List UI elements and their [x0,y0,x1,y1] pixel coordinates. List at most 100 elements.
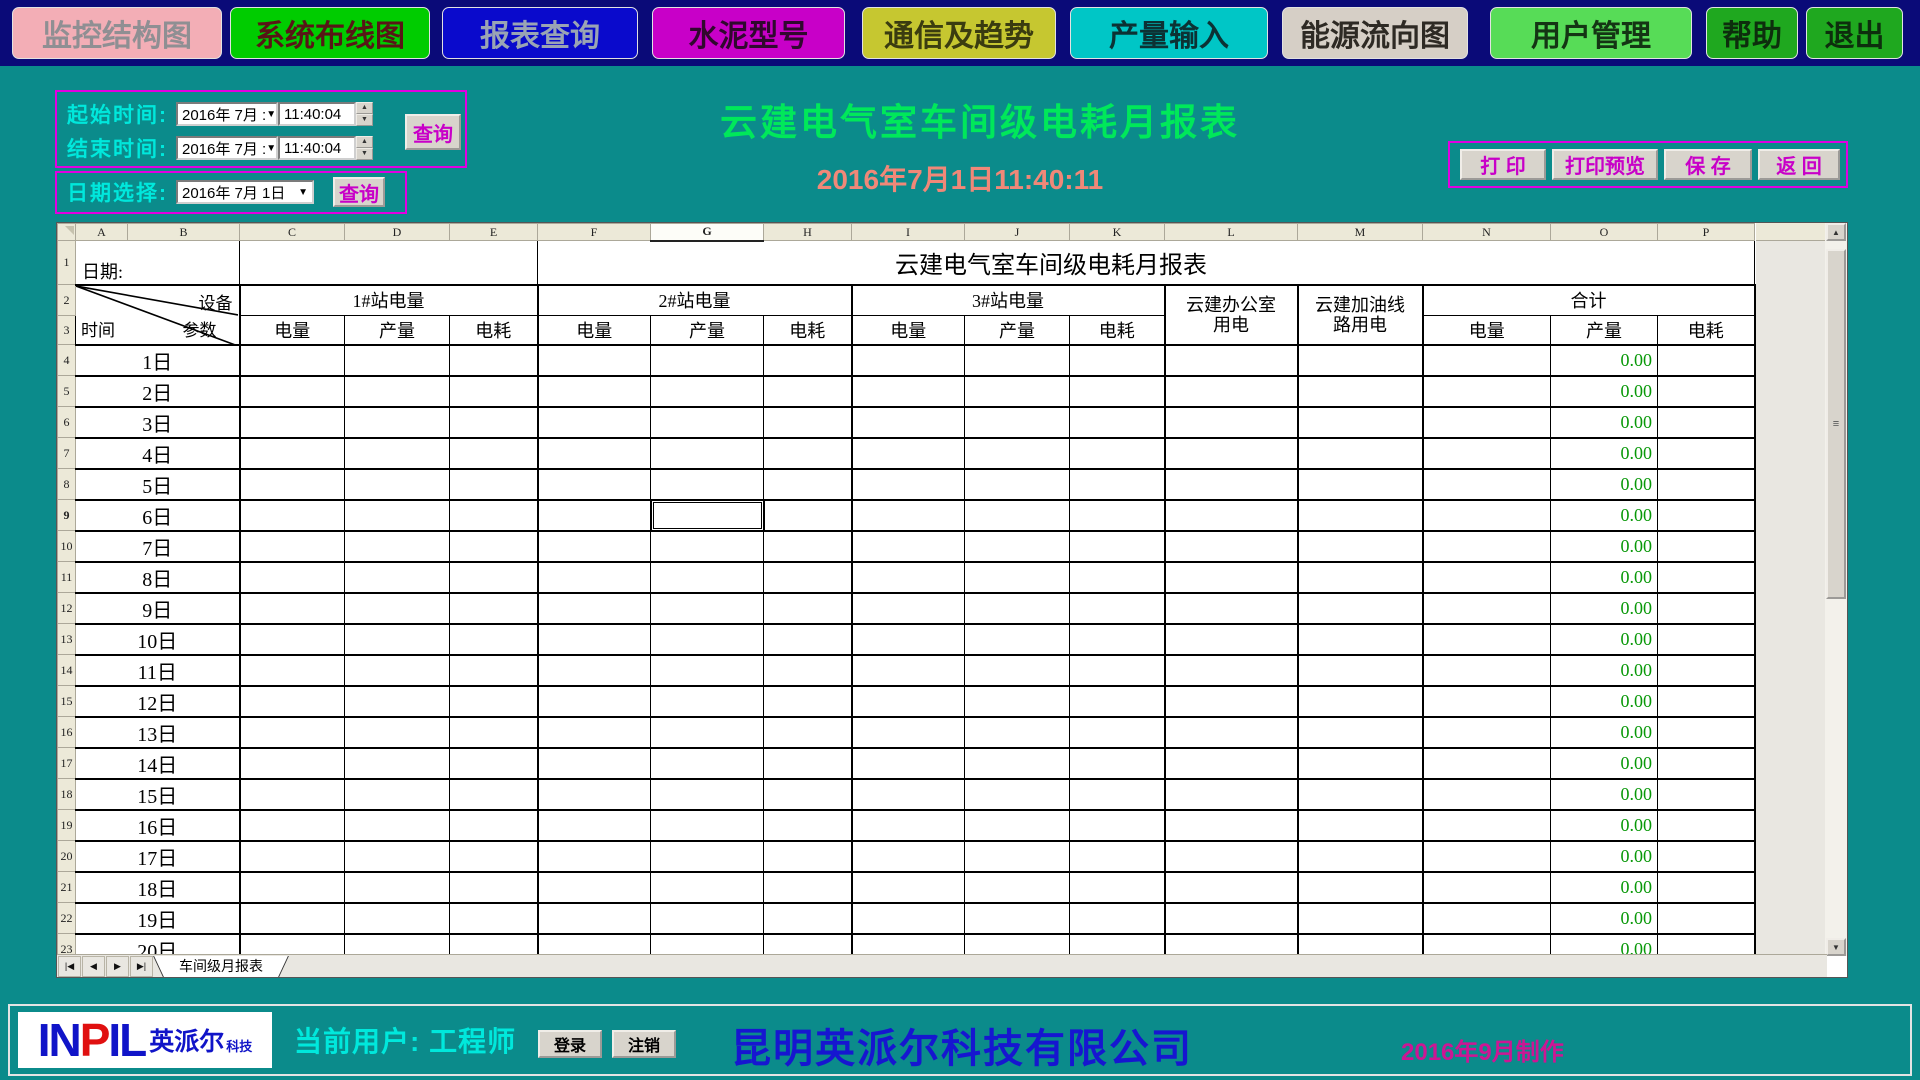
day-cell-8[interactable]: 5日 [76,469,240,500]
cell-M9[interactable] [1298,500,1423,531]
cell-C5[interactable] [240,376,345,407]
sub-header[interactable]: 产量 [1551,316,1658,345]
cell-I11[interactable] [852,562,965,593]
row-header-9[interactable]: 9 [58,500,76,531]
row-header-6[interactable]: 6 [58,407,76,438]
cell-P9[interactable] [1658,500,1755,531]
cell-I20[interactable] [852,841,965,872]
cell-F4[interactable] [538,345,651,376]
cell-E11[interactable] [450,562,538,593]
nav-help-button[interactable]: 帮助 [1706,7,1798,59]
cell-E17[interactable] [450,748,538,779]
cell-P11[interactable] [1658,562,1755,593]
column-header-J[interactable]: J [965,224,1070,241]
cell-O16[interactable]: 0.00 [1551,717,1658,748]
cell-F19[interactable] [538,810,651,841]
cell-N5[interactable] [1423,376,1551,407]
cell-J8[interactable] [965,469,1070,500]
day-cell-22[interactable]: 19日 [76,903,240,934]
cell-I18[interactable] [852,779,965,810]
cell-F16[interactable] [538,717,651,748]
cell-M23[interactable] [1298,934,1423,957]
column-header-N[interactable]: N [1423,224,1551,241]
day-cell-4[interactable]: 1日 [76,345,240,376]
cell-D9[interactable] [345,500,450,531]
cell-M22[interactable] [1298,903,1423,934]
sub-header[interactable]: 电量 [852,316,965,345]
row-header-16[interactable]: 16 [58,717,76,748]
column-header-L[interactable]: L [1165,224,1298,241]
print-button[interactable]: 打 印 [1460,149,1546,180]
sub-header[interactable]: 产量 [345,316,450,345]
cell-F10[interactable] [538,531,651,562]
cell-C12[interactable] [240,593,345,624]
cell-O10[interactable]: 0.00 [1551,531,1658,562]
cell-O5[interactable]: 0.00 [1551,376,1658,407]
column-header-K[interactable]: K [1070,224,1165,241]
sub-header[interactable]: 电耗 [1070,316,1165,345]
cell-J16[interactable] [965,717,1070,748]
cell-K11[interactable] [1070,562,1165,593]
day-cell-17[interactable]: 14日 [76,748,240,779]
cell-P10[interactable] [1658,531,1755,562]
row-header-22[interactable]: 22 [58,903,76,934]
spin-down-icon[interactable]: ▼ [356,148,373,160]
select-all-corner[interactable] [58,224,76,241]
cell-J21[interactable] [965,872,1070,903]
cell-E8[interactable] [450,469,538,500]
cell-J9[interactable] [965,500,1070,531]
spin-up-icon[interactable]: ▲ [356,102,373,114]
sheet-tab[interactable]: 车间级月报表 [163,956,279,977]
cell-I14[interactable] [852,655,965,686]
column-header-F[interactable]: F [538,224,651,241]
cell-O12[interactable]: 0.00 [1551,593,1658,624]
cell-H19[interactable] [764,810,852,841]
cell-I16[interactable] [852,717,965,748]
cell-J14[interactable] [965,655,1070,686]
start-date-picker[interactable]: 2016年 7月 :▼ [176,102,278,126]
sub-header[interactable]: 电耗 [1658,316,1755,345]
cell-G11[interactable] [651,562,764,593]
cell-E12[interactable] [450,593,538,624]
cell-N14[interactable] [1423,655,1551,686]
row-header-4[interactable]: 4 [58,345,76,376]
cell-I17[interactable] [852,748,965,779]
dropdown-icon[interactable]: ▼ [266,109,276,120]
cell-D20[interactable] [345,841,450,872]
cell-H20[interactable] [764,841,852,872]
cell-O8[interactable]: 0.00 [1551,469,1658,500]
group-header-office[interactable]: 云建办公室 用电 [1165,285,1298,345]
cell-F7[interactable] [538,438,651,469]
cell-P19[interactable] [1658,810,1755,841]
row-header-19[interactable]: 19 [58,810,76,841]
cell-E15[interactable] [450,686,538,717]
day-cell-10[interactable]: 7日 [76,531,240,562]
cell-C11[interactable] [240,562,345,593]
nav-exit-button[interactable]: 退出 [1806,7,1903,59]
logout-button[interactable]: 注销 [612,1030,676,1058]
cell-I5[interactable] [852,376,965,407]
cell-F12[interactable] [538,593,651,624]
sub-header[interactable]: 电量 [1423,316,1551,345]
next-sheet-icon[interactable]: ▶ [106,956,129,977]
cell-K6[interactable] [1070,407,1165,438]
cell-P17[interactable] [1658,748,1755,779]
range-query-button[interactable]: 查询 [405,114,461,150]
scroll-up-icon[interactable]: ▲ [1826,223,1846,241]
cell-H8[interactable] [764,469,852,500]
cell-E6[interactable] [450,407,538,438]
cell-D13[interactable] [345,624,450,655]
column-header-E[interactable]: E [450,224,538,241]
day-cell-5[interactable]: 2日 [76,376,240,407]
cell-G21[interactable] [651,872,764,903]
date-select-dropdown[interactable]: 2016年 7月 1日▼ [176,180,314,204]
nav-user-management-button[interactable]: 用户管理 [1490,7,1692,59]
cell-C8[interactable] [240,469,345,500]
cell-P18[interactable] [1658,779,1755,810]
cell-N4[interactable] [1423,345,1551,376]
cell-I10[interactable] [852,531,965,562]
cell-I15[interactable] [852,686,965,717]
cell-E18[interactable] [450,779,538,810]
cell-J19[interactable] [965,810,1070,841]
cell-M17[interactable] [1298,748,1423,779]
